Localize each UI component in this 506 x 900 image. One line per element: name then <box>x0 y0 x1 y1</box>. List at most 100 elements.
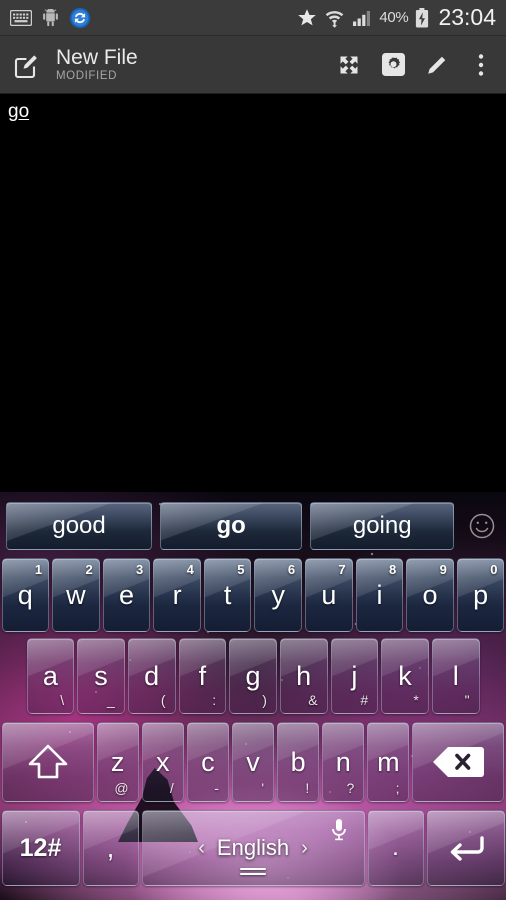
symbols-key[interactable]: 12# <box>1 810 80 886</box>
key-n-alt: ? <box>346 780 355 796</box>
key-b[interactable]: b ! <box>277 722 320 802</box>
settings-button[interactable] <box>380 52 406 78</box>
key-h[interactable]: h & <box>279 638 328 714</box>
comma-key[interactable]: , <box>82 810 139 886</box>
status-bar-right-icons: 40% 23:04 <box>297 4 506 31</box>
next-language-arrow[interactable]: › <box>301 837 308 860</box>
suggestion-item[interactable]: go <box>160 502 303 550</box>
status-bar: 40% 23:04 <box>0 0 506 36</box>
key-e-label: e <box>118 579 134 610</box>
key-n[interactable]: n ? <box>322 722 365 802</box>
key-b-alt: ! <box>305 780 310 796</box>
key-y-number: 6 <box>287 562 296 577</box>
key-h-label: h <box>296 660 312 691</box>
signal-icon <box>352 9 372 27</box>
key-i[interactable]: 8 i <box>355 558 404 632</box>
space-key[interactable]: ‹ English › <box>141 810 365 886</box>
wifi-icon <box>324 8 345 28</box>
edit-document-icon <box>12 50 42 80</box>
key-z[interactable]: z @ <box>96 722 139 802</box>
key-f[interactable]: f : <box>178 638 227 714</box>
key-a[interactable]: a \ <box>26 638 75 714</box>
key-z-label: z <box>110 746 125 777</box>
key-z-alt: @ <box>114 780 129 796</box>
keyboard-row-4: 12# , ‹ English › . <box>0 810 506 894</box>
key-r-number: 4 <box>186 562 194 577</box>
key-m[interactable]: m ; <box>367 722 410 802</box>
key-r-label: r <box>172 579 182 610</box>
shift-key[interactable] <box>1 722 94 802</box>
enter-key[interactable] <box>426 810 505 886</box>
key-u-label: u <box>321 579 337 610</box>
edit-pencil-button[interactable] <box>424 52 450 78</box>
key-x[interactable]: x / <box>141 722 184 802</box>
key-q[interactable]: 1 q <box>1 558 50 632</box>
overflow-menu-button[interactable] <box>468 52 494 78</box>
key-y-label: y <box>271 579 286 610</box>
prev-language-arrow[interactable]: ‹ <box>198 837 205 860</box>
key-p-label: p <box>473 579 489 610</box>
key-d-label: d <box>144 660 160 691</box>
key-u-number: 7 <box>338 562 346 577</box>
keyboard-row-1: 1 q 2 w 3 e 4 r 5 t 6 y 7 u 8 i 9 o 0 p <box>0 558 506 634</box>
key-u[interactable]: 7 u <box>305 558 353 632</box>
keyboard-active-icon <box>10 9 32 26</box>
composing-text[interactable]: go <box>8 100 29 124</box>
key-w[interactable]: 2 w <box>52 558 100 632</box>
key-r[interactable]: 4 r <box>153 558 201 632</box>
key-t[interactable]: 5 t <box>203 558 252 632</box>
key-x-alt: / <box>169 780 174 796</box>
star-icon <box>297 8 317 28</box>
suggestion-item[interactable]: good <box>6 502 153 550</box>
battery-percent-label: 40% <box>379 9 409 26</box>
key-o-label: o <box>422 579 438 610</box>
key-c-alt: - <box>214 780 219 796</box>
microphone-icon[interactable] <box>330 818 348 842</box>
suggestion-label: good <box>52 512 106 539</box>
key-p-number: 0 <box>490 562 498 577</box>
period-key[interactable]: . <box>367 810 424 886</box>
key-v-alt: ' <box>261 780 265 796</box>
key-s[interactable]: s _ <box>77 638 125 714</box>
key-v[interactable]: v ' <box>231 722 275 802</box>
key-d[interactable]: d ( <box>127 638 176 714</box>
backspace-key[interactable] <box>412 722 505 802</box>
key-l[interactable]: l " <box>431 638 480 714</box>
key-k[interactable]: k * <box>381 638 429 714</box>
suggestion-label: going <box>352 512 412 539</box>
key-v-label: v <box>246 746 260 777</box>
key-s-label: s <box>94 660 108 691</box>
smiley-icon[interactable] <box>460 502 504 550</box>
clock-label: 23:04 <box>438 4 496 30</box>
keyboard-row-2: a \ s _ d ( f : g ) h & j # k * l " <box>0 638 506 718</box>
key-p[interactable]: 0 p <box>456 558 505 632</box>
key-n-label: n <box>335 746 351 777</box>
key-g[interactable]: g ) <box>229 638 277 714</box>
key-j-alt: # <box>360 692 369 708</box>
key-l-alt: " <box>464 692 470 708</box>
key-w-label: w <box>66 579 86 610</box>
fullscreen-button[interactable] <box>336 52 362 78</box>
key-e-number: 3 <box>136 562 144 577</box>
action-bar: New File MODIFIED <box>0 36 506 94</box>
key-s-alt: _ <box>107 692 115 708</box>
key-g-alt: ) <box>262 692 267 708</box>
key-k-alt: * <box>413 692 419 708</box>
soft-keyboard: good go going 1 q 2 w 3 e 4 r 5 t 6 y 7 … <box>0 492 506 900</box>
key-j[interactable]: j # <box>330 638 379 714</box>
key-y[interactable]: 6 y <box>254 558 303 632</box>
key-e[interactable]: 3 e <box>102 558 151 632</box>
space-indicator <box>240 868 266 875</box>
key-o[interactable]: 9 o <box>406 558 454 632</box>
key-q-label: q <box>17 579 33 610</box>
key-c[interactable]: c - <box>186 722 229 802</box>
title-block: New File MODIFIED <box>56 46 138 83</box>
key-j-label: j <box>351 660 358 691</box>
battery-charging-icon <box>415 7 429 28</box>
key-d-alt: ( <box>160 692 166 708</box>
action-bar-buttons <box>336 52 506 78</box>
android-icon <box>42 8 59 27</box>
text-editor-area[interactable]: go <box>0 94 506 492</box>
key-k-label: k <box>398 660 412 691</box>
suggestion-item[interactable]: going <box>310 502 455 550</box>
